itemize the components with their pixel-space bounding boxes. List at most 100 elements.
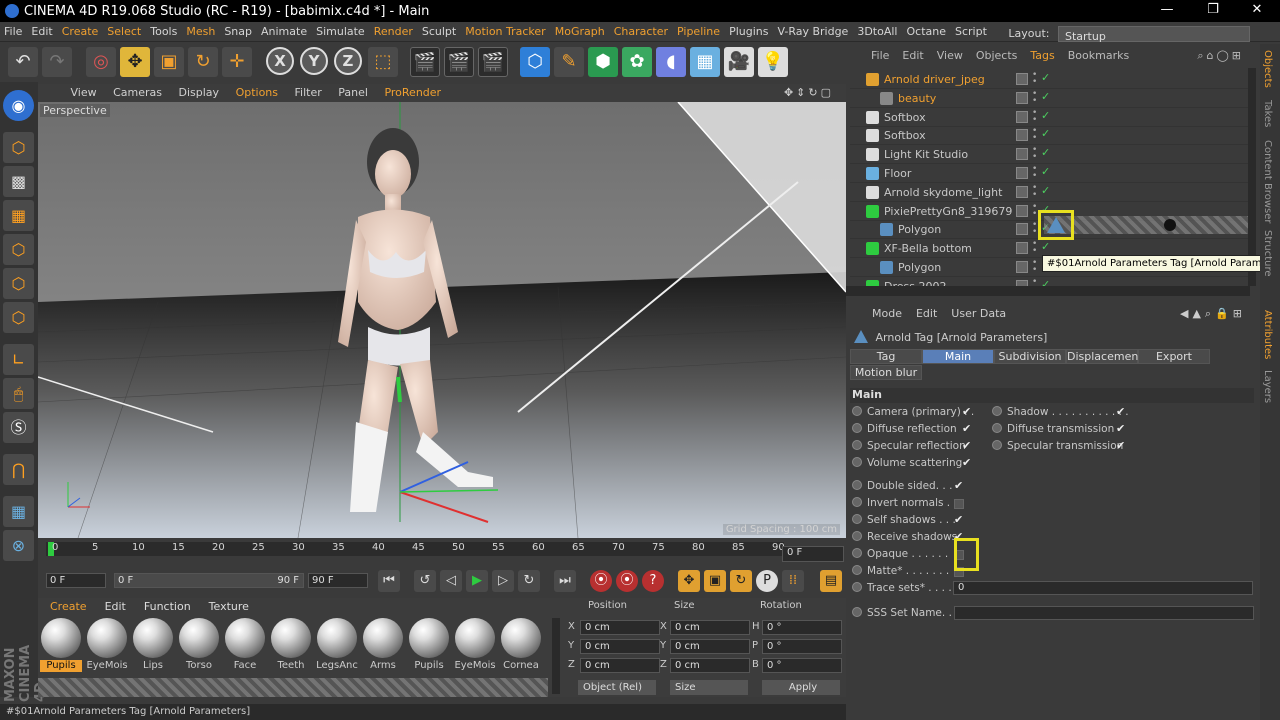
viewport-menu-cameras[interactable]: Cameras [106, 84, 168, 99]
material-scrollbar[interactable] [552, 618, 560, 694]
object-manager-nav-icons[interactable]: ⌕⌂◯⊞ [1190, 44, 1250, 63]
rotation-field[interactable]: 0 ° [762, 658, 842, 673]
material-swatch[interactable]: EyeMois [454, 618, 496, 672]
animation-dot-icon[interactable] [992, 423, 1002, 433]
object-name[interactable]: Arnold skydome_light [884, 186, 1002, 199]
start-frame-field[interactable]: 0 F [46, 573, 106, 588]
material-swatch[interactable]: Lips [132, 618, 174, 672]
visibility-dots-icon[interactable]: •​• [1032, 89, 1038, 105]
current-frame-field[interactable]: 0 F [782, 546, 844, 562]
attr-menu-mode[interactable]: Mode [864, 304, 908, 320]
menu-plugins[interactable]: Plugins [725, 22, 773, 38]
layer-icon[interactable] [1016, 167, 1028, 179]
viewport-menu-prorender[interactable]: ProRender [377, 84, 447, 99]
obj-menu-view[interactable]: View [930, 44, 969, 62]
visibility-dots-icon[interactable]: •​• [1032, 259, 1038, 275]
object-name[interactable]: Softbox [884, 111, 926, 124]
object-row[interactable]: Arnold skydome_light •​• ✓ [850, 183, 1250, 202]
viewport-menu-display[interactable]: Display [172, 84, 226, 99]
layer-icon[interactable] [1016, 73, 1028, 85]
menu-render[interactable]: Render [370, 22, 418, 38]
cloner-icon[interactable]: ✿ [622, 47, 652, 77]
magnet-icon[interactable]: ⋂ [3, 454, 34, 485]
material-swatch[interactable]: EyeMois [86, 618, 128, 672]
viewport-menu-panel[interactable]: Panel [331, 84, 374, 99]
sidetab-objects[interactable]: Objects [1262, 50, 1273, 88]
property-checkbox[interactable]: ✔ [1116, 405, 1125, 418]
texture-mode-icon[interactable]: ▩ [3, 166, 34, 197]
viewport-nav-icons[interactable]: ✥⇕↻▢ [777, 84, 840, 99]
object-name[interactable]: Polygon [898, 223, 941, 236]
key-parameter-icon[interactable]: P [756, 570, 778, 592]
recent-tool-icon[interactable]: ✛ [222, 47, 252, 77]
play-icon[interactable]: ▶ [466, 570, 488, 592]
move-tool-icon[interactable]: ✥ [120, 47, 150, 77]
material-menu-edit[interactable]: Edit [93, 598, 132, 613]
preview-range-slider[interactable]: 0 F 90 F [114, 573, 304, 588]
rotation-field[interactable]: 0 ° [762, 620, 842, 635]
minimize-button[interactable]: — [1144, 0, 1190, 22]
object-row[interactable]: Floor •​• ✓ [850, 164, 1250, 183]
attr-menu-edit[interactable]: Edit [908, 304, 943, 320]
menu-mograph[interactable]: MoGraph [551, 22, 610, 38]
animation-dot-icon[interactable] [852, 440, 862, 450]
previous-frame-icon[interactable]: ◁ [440, 570, 462, 592]
obj-menu-objects[interactable]: Objects [969, 44, 1024, 62]
material-tag-icon[interactable] [1164, 219, 1176, 231]
sidetab-structure[interactable]: Structure [1262, 230, 1273, 277]
visibility-dots-icon[interactable]: •​• [1032, 127, 1038, 143]
trace-sets-anim-dot[interactable] [852, 582, 862, 592]
material-swatch[interactable]: Pupils [40, 618, 82, 672]
material-swatch[interactable]: Cornea [500, 618, 542, 672]
make-editable-icon[interactable]: ◉ [3, 90, 34, 121]
sss-set-name-field[interactable] [954, 606, 1254, 620]
next-key-icon[interactable]: ↻ [518, 570, 540, 592]
animation-dot-icon[interactable] [852, 531, 862, 541]
visibility-dots-icon[interactable]: •​• [1032, 165, 1038, 181]
attr-menu-user-data[interactable]: User Data [943, 304, 1012, 320]
material-menu-function[interactable]: Function [132, 598, 197, 613]
arnold-parameters-tag-icon[interactable] [1047, 217, 1065, 233]
workplane-icon[interactable]: ▦ [3, 200, 34, 231]
sidetab-layers[interactable]: Layers [1262, 370, 1273, 403]
property-checkbox[interactable]: ✔ [962, 405, 971, 418]
edges-mode-icon[interactable]: ⬡ [3, 268, 34, 299]
layer-icon[interactable] [1016, 185, 1028, 198]
menu-sculpt[interactable]: Sculpt [418, 22, 461, 38]
autokey-icon[interactable]: ⦿ [616, 570, 638, 592]
go-to-start-icon[interactable]: ⏮ [378, 570, 400, 592]
arnold-tag-highlight[interactable] [1038, 210, 1074, 240]
apply-button[interactable]: Apply [762, 680, 840, 695]
tab-displacement[interactable]: Displacement [1066, 349, 1143, 364]
menu-file[interactable]: File [0, 22, 27, 38]
animation-dot-icon[interactable] [852, 497, 862, 507]
sidetab-attributes[interactable]: Attributes [1262, 310, 1273, 359]
layer-icon[interactable] [1016, 148, 1028, 161]
object-name[interactable]: XF-Bella bottom [884, 242, 972, 255]
menu-script[interactable]: Script [951, 22, 992, 38]
deformer-icon[interactable]: ◖ [656, 47, 686, 77]
key-pla-icon[interactable]: ⁞⁞ [782, 570, 804, 592]
layer-icon[interactable] [1016, 204, 1028, 217]
menu-v-ray-bridge[interactable]: V-Ray Bridge [773, 22, 853, 38]
timeline-window-icon[interactable]: ▤ [820, 570, 842, 592]
workplane-lock-icon[interactable]: ▦ [3, 496, 34, 527]
camera-icon[interactable]: 🎥 [724, 47, 754, 77]
layer-icon[interactable] [1016, 261, 1028, 273]
animation-dot-icon[interactable] [852, 423, 862, 433]
tab-motion-blur[interactable]: Motion blur [850, 365, 922, 380]
material-swatch[interactable]: Pupils [408, 618, 450, 672]
key-position-icon[interactable]: ✥ [678, 570, 700, 592]
enabled-check-icon[interactable]: ✓ [1041, 127, 1050, 140]
menu-mesh[interactable]: Mesh [182, 22, 220, 38]
end-frame-field[interactable]: 90 F [308, 573, 368, 588]
next-frame-icon[interactable]: ▷ [492, 570, 514, 592]
enabled-check-icon[interactable]: ✓ [1041, 240, 1050, 253]
size-field[interactable]: 0 cm [670, 620, 750, 635]
property-checkbox[interactable]: ✔ [1116, 439, 1125, 452]
z-axis-lock-icon[interactable]: Z [334, 47, 362, 75]
menu-animate[interactable]: Animate [257, 22, 312, 38]
property-checkbox[interactable]: ✔ [954, 479, 963, 492]
key-scale-icon[interactable]: ▣ [704, 570, 726, 592]
key-rotation-icon[interactable]: ↻ [730, 570, 752, 592]
